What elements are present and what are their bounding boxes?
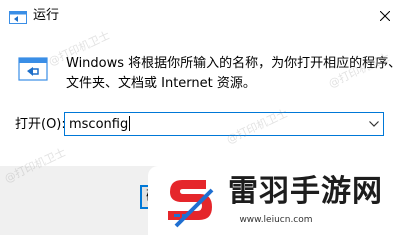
brand-name: 雷羽手游网 — [228, 174, 383, 209]
open-combobox[interactable]: msconfig — [64, 112, 384, 136]
description-line-2: 文件夹、文档或 Internet 资源。 — [66, 76, 256, 91]
description: Windows 将根据你所输入的名称，为你打开相应的程序、 文件夹、文档或 In… — [66, 54, 402, 94]
chevron-down-icon[interactable] — [369, 121, 379, 127]
description-line-1: Windows 将根据你所输入的名称，为你打开相应的程序、 — [66, 56, 402, 71]
run-large-icon — [18, 57, 48, 81]
open-label: 打开(O): — [15, 117, 66, 132]
brand-url: www.leiucn.com — [239, 215, 313, 225]
open-input-value[interactable]: msconfig — [69, 116, 131, 133]
window-title: 运行 — [33, 8, 60, 23]
close-button[interactable] — [370, 4, 400, 28]
close-icon — [380, 11, 390, 21]
text-caret — [129, 116, 131, 131]
brand-watermark: 雷羽手游网 www.leiucn.com — [148, 166, 404, 235]
run-dialog: 运行 Windows 将根据你所输入的名称，为你打开相应的程序、 文件夹、文档或… — [0, 0, 404, 235]
title-bar: 运行 — [0, 0, 404, 32]
run-app-icon — [9, 9, 27, 24]
